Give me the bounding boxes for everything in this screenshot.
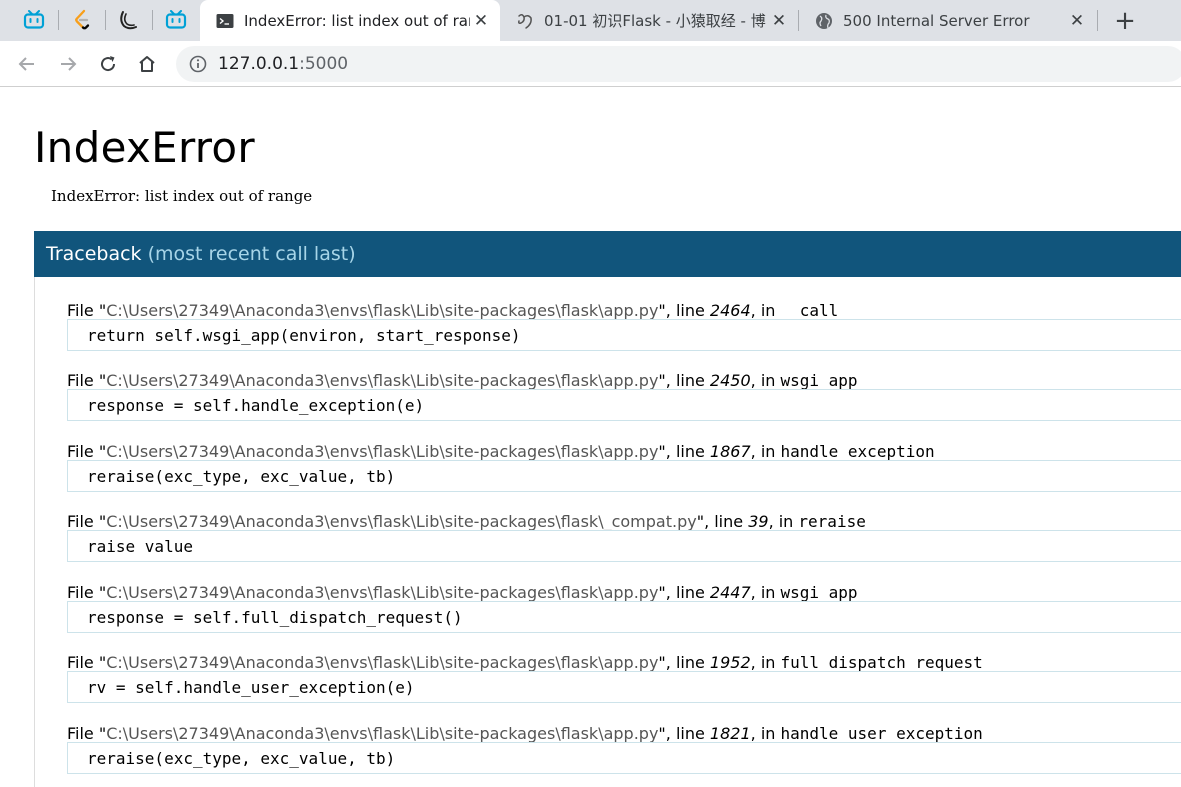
- frame-code-line[interactable]: raise value: [67, 530, 1181, 562]
- info-icon[interactable]: [189, 55, 207, 73]
- home-button[interactable]: [134, 51, 160, 77]
- frame-filename: C:\Users\27349\Anaconda3\envs\flask\Lib\…: [106, 301, 659, 320]
- frame-filename: C:\Users\27349\Anaconda3\envs\flask\Lib\…: [106, 724, 659, 743]
- pinned-tab-leetcode[interactable]: [69, 7, 95, 33]
- error-title: IndexError: [34, 123, 255, 172]
- pinned-tab-moon[interactable]: [115, 7, 141, 33]
- home-icon: [139, 56, 155, 72]
- bilibili-icon: [165, 10, 187, 29]
- frame-location: File "C:\Users\27349\Anaconda3\envs\flas…: [67, 724, 983, 743]
- frame-function: reraise: [798, 512, 866, 531]
- frame-code-line[interactable]: return self.wsgi_app(environ, start_resp…: [67, 319, 1181, 351]
- back-button[interactable]: [14, 51, 40, 77]
- tab-separator: [105, 10, 106, 30]
- frame-location: File "C:\Users\27349\Anaconda3\envs\flas…: [67, 442, 935, 461]
- frame-code-line[interactable]: rv = self.handle_user_exception(e): [67, 671, 1181, 703]
- close-tab-button[interactable]: ✕: [470, 10, 492, 32]
- frame-location: File "C:\Users\27349\Anaconda3\envs\flas…: [67, 371, 858, 390]
- reload-button[interactable]: [95, 51, 121, 77]
- frame-filename: C:\Users\27349\Anaconda3\envs\flask\Lib\…: [106, 583, 659, 602]
- traceback-header[interactable]: Traceback (most recent call last): [34, 231, 1181, 277]
- frame-function: wsgi_app: [780, 371, 858, 390]
- frame-line-number: 1952: [709, 653, 751, 672]
- page-content: IndexError IndexError: list index out of…: [0, 88, 1181, 787]
- tab-strip: IndexError: list index out of range ✕ 01…: [0, 0, 1181, 41]
- terminal-icon: [216, 12, 234, 30]
- frame-location: File "C:\Users\27349\Anaconda3\envs\flas…: [67, 512, 866, 531]
- frame-function: __call__: [780, 301, 858, 320]
- close-tab-button[interactable]: ✕: [1066, 10, 1088, 32]
- error-message: IndexError: list index out of range: [51, 187, 313, 205]
- url-host: 127.0.0.1: [218, 54, 300, 74]
- traceback-label: Traceback: [46, 243, 142, 265]
- reload-icon: [101, 56, 116, 72]
- frame-location: File "C:\Users\27349\Anaconda3\envs\flas…: [67, 301, 858, 320]
- tab-title: 500 Internal Server Error: [843, 11, 1030, 30]
- frame-code-line[interactable]: response = self.full_dispatch_request(): [67, 601, 1181, 633]
- tab-separator: [58, 10, 59, 30]
- leetcode-icon: [75, 9, 90, 30]
- frame-function: full_dispatch_request: [780, 653, 983, 672]
- bilibili-icon: [23, 10, 45, 29]
- frame-code-line[interactable]: response = self.handle_exception(e): [67, 389, 1181, 421]
- frame-line-number: 1821: [709, 724, 751, 743]
- traceback-body: File "C:\Users\27349\Anaconda3\envs\flas…: [34, 277, 1181, 787]
- tab-500-error[interactable]: 500 Internal Server Error ✕: [799, 0, 1096, 41]
- back-arrow-icon: [18, 57, 34, 71]
- frame-location: File "C:\Users\27349\Anaconda3\envs\flas…: [67, 653, 983, 672]
- tab-flask-blog[interactable]: 01-01 初识Flask - 小猿取经 - 博 ✕: [500, 0, 798, 41]
- new-tab-button[interactable]: +: [1110, 6, 1140, 36]
- traceback-sublabel: (most recent call last): [147, 243, 356, 265]
- frame-filename: C:\Users\27349\Anaconda3\envs\flask\Lib\…: [106, 371, 659, 390]
- frame-code-line[interactable]: reraise(exc_type, exc_value, tb): [67, 742, 1181, 774]
- frame-function: handle_user_exception: [780, 724, 983, 743]
- tab-indexerror[interactable]: IndexError: list index out of range ✕: [200, 0, 500, 41]
- pinned-tab-bilibili-2[interactable]: [163, 7, 189, 33]
- globe-icon: [815, 12, 833, 30]
- frame-location: File "C:\Users\27349\Anaconda3\envs\flas…: [67, 583, 858, 602]
- frame-line-number: 2450: [709, 371, 751, 390]
- url-text[interactable]: 127.0.0.1:5000: [218, 54, 348, 74]
- address-bar[interactable]: 127.0.0.1:5000: [176, 46, 1181, 82]
- frame-line-number: 2464: [709, 301, 751, 320]
- close-tab-button[interactable]: ✕: [768, 10, 790, 32]
- url-port: :5000: [299, 54, 349, 74]
- frame-function: wsgi_app: [780, 583, 858, 602]
- frame-line-number: 2447: [709, 583, 751, 602]
- frame-filename: C:\Users\27349\Anaconda3\envs\flask\Lib\…: [106, 442, 659, 461]
- moon-icon: [120, 11, 137, 30]
- forward-button[interactable]: [55, 51, 81, 77]
- forward-arrow-icon: [61, 57, 77, 71]
- frame-code-line[interactable]: reraise(exc_type, exc_value, tb): [67, 460, 1181, 492]
- fly-icon: [516, 12, 534, 30]
- tab-separator: [1097, 10, 1098, 31]
- frame-line-number: 1867: [709, 442, 751, 461]
- frame-filename: C:\Users\27349\Anaconda3\envs\flask\Lib\…: [106, 512, 697, 531]
- frame-function: handle_exception: [780, 442, 935, 461]
- pinned-tab-bilibili[interactable]: [21, 7, 47, 33]
- frame-line-number: 39: [748, 512, 769, 531]
- tab-separator: [152, 10, 153, 30]
- browser-toolbar: 127.0.0.1:5000: [0, 41, 1181, 87]
- frame-filename: C:\Users\27349\Anaconda3\envs\flask\Lib\…: [106, 653, 659, 672]
- tab-title: IndexError: list index out of range: [244, 11, 470, 30]
- tab-title: 01-01 初识Flask - 小猿取经 - 博: [544, 12, 766, 30]
